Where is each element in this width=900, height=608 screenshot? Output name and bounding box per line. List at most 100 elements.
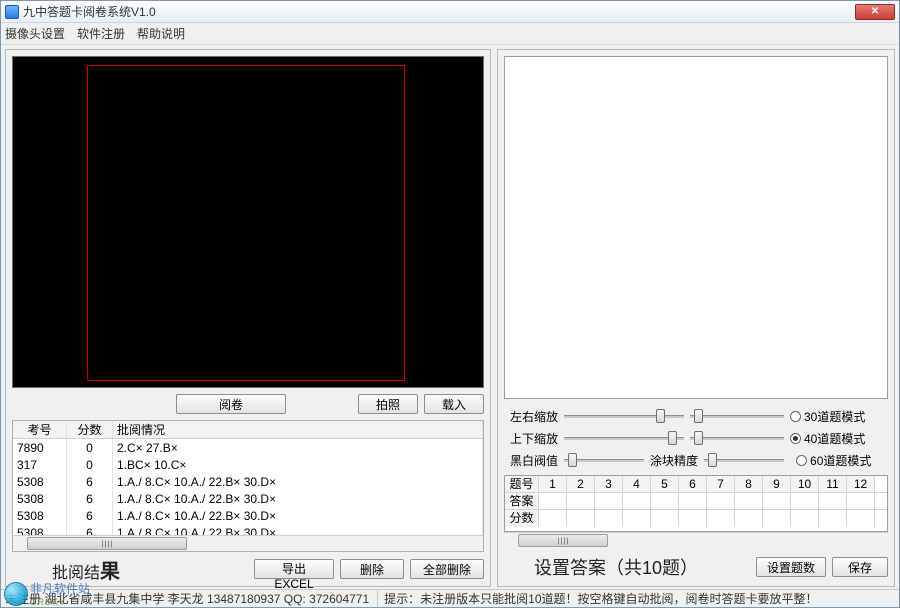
- ans-hdr-ans: 答案: [505, 493, 539, 509]
- ans-col-num: 10: [791, 476, 819, 492]
- answer-scroll-thumb[interactable]: [518, 534, 608, 547]
- ans-cell[interactable]: [847, 493, 875, 509]
- results-body[interactable]: 789002.C× 27.B×31701.BC× 10.C×530861.A./…: [13, 439, 483, 535]
- radio-60[interactable]: [796, 455, 807, 466]
- menu-register[interactable]: 软件注册: [77, 25, 125, 42]
- ans-cell[interactable]: [847, 510, 875, 527]
- close-button[interactable]: ✕: [855, 4, 895, 20]
- slider-fill-precision[interactable]: [704, 451, 784, 469]
- mode-30-option[interactable]: 30道题模式: [790, 408, 882, 425]
- row-lr: 左右缩放 30道题模式: [504, 407, 888, 425]
- status-left: 未注册 湖北省咸丰县九集中学 李天龙 13487180937 QQ: 37260…: [5, 590, 369, 607]
- radio-30[interactable]: [790, 411, 801, 422]
- row-bw: 黑白阀值 涂块精度 60道题模式: [504, 451, 888, 469]
- table-row[interactable]: 530861.A./ 8.C× 10.A./ 22.B× 30.D×: [13, 473, 483, 490]
- ans-cell[interactable]: [567, 493, 595, 509]
- ans-cell[interactable]: [819, 493, 847, 509]
- row-ud: 上下缩放 40道题模式: [504, 429, 888, 447]
- ans-cell[interactable]: [791, 493, 819, 509]
- ans-cell[interactable]: [539, 493, 567, 509]
- left-footer-row: 批阅结果 导出EXCEL 删除 全部删除: [12, 558, 484, 580]
- ans-cell[interactable]: [623, 510, 651, 527]
- ans-cell[interactable]: [567, 510, 595, 527]
- content-area: 阅卷 拍照 载入 考号 分数 批阅情况 789002.C× 27.B×31701…: [1, 45, 899, 589]
- results-table: 考号 分数 批阅情况 789002.C× 27.B×31701.BC× 10.C…: [12, 420, 484, 552]
- ans-cell[interactable]: [651, 493, 679, 509]
- set-question-count-button[interactable]: 设置题数: [756, 557, 826, 577]
- slider-ud-zoom-2[interactable]: [690, 429, 784, 447]
- set-answer-title: 设置答案（共10题）: [504, 554, 698, 580]
- statusbar: 未注册 湖北省咸丰县九集中学 李天龙 13487180937 QQ: 37260…: [1, 589, 899, 607]
- ans-col-num: 3: [595, 476, 623, 492]
- menubar: 摄像头设置 软件注册 帮助说明: [1, 23, 899, 45]
- status-right: 提示：未注册版本只能批阅10道题！按空格键自动批阅，阅卷时答题卡要放平整！: [377, 590, 895, 607]
- results-header: 考号 分数 批阅情况: [13, 421, 483, 439]
- answer-row-ans: 答案: [505, 493, 887, 510]
- slider-lr-zoom[interactable]: [564, 407, 684, 425]
- ans-cell[interactable]: [623, 493, 651, 509]
- results-hscrollbar[interactable]: [13, 535, 483, 551]
- ans-cell[interactable]: [707, 493, 735, 509]
- ans-hdr-num: 题号: [505, 476, 539, 492]
- load-button[interactable]: 载入: [424, 394, 484, 414]
- ans-col-num: 5: [651, 476, 679, 492]
- ans-cell[interactable]: [595, 493, 623, 509]
- right-panel: 左右缩放 30道题模式 上下缩放: [497, 49, 895, 587]
- ans-cell[interactable]: [707, 510, 735, 527]
- ans-cell[interactable]: [735, 510, 763, 527]
- table-row[interactable]: 530861.A./ 8.C× 10.A./ 22.B× 30.D×: [13, 490, 483, 507]
- titlebar[interactable]: 九中答题卡阅卷系统V1.0 ✕: [1, 1, 899, 23]
- menu-camera-settings[interactable]: 摄像头设置: [5, 25, 65, 42]
- table-row[interactable]: 789002.C× 27.B×: [13, 439, 483, 456]
- menu-help[interactable]: 帮助说明: [137, 25, 185, 42]
- col-id[interactable]: 考号: [13, 421, 67, 438]
- ans-cell[interactable]: [763, 493, 791, 509]
- sliders-group: 左右缩放 30道题模式 上下缩放: [504, 407, 888, 469]
- set-answer-row: 设置答案（共10题） 设置题数 保存: [504, 554, 888, 580]
- ans-cell[interactable]: [763, 510, 791, 527]
- answer-row-num: 题号 123456789101112: [505, 476, 887, 493]
- ans-cell[interactable]: [595, 510, 623, 527]
- mode-40-option[interactable]: 40道题模式: [790, 430, 882, 447]
- mode-60-option[interactable]: 60道题模式: [796, 452, 888, 469]
- slider-ud-zoom[interactable]: [564, 429, 684, 447]
- ans-cell[interactable]: [679, 493, 707, 509]
- delete-button[interactable]: 删除: [340, 559, 404, 579]
- ans-col-num: 4: [623, 476, 651, 492]
- ans-col-num: 2: [567, 476, 595, 492]
- table-row[interactable]: 530861.A./ 8.C× 10.A./ 22.B× 30.D×: [13, 524, 483, 535]
- review-button[interactable]: 阅卷: [176, 394, 286, 414]
- processed-preview: [504, 56, 888, 399]
- col-detail[interactable]: 批阅情况: [113, 421, 483, 438]
- camera-preview: [12, 56, 484, 388]
- table-row[interactable]: 530861.A./ 8.C× 10.A./ 22.B× 30.D×: [13, 507, 483, 524]
- export-excel-button[interactable]: 导出EXCEL: [254, 559, 334, 579]
- delete-all-button[interactable]: 全部删除: [410, 559, 484, 579]
- save-button[interactable]: 保存: [832, 557, 888, 577]
- roi-rectangle[interactable]: [87, 65, 405, 381]
- ans-cell[interactable]: [819, 510, 847, 527]
- photo-button[interactable]: 拍照: [358, 394, 418, 414]
- ans-cell[interactable]: [791, 510, 819, 527]
- slider-bw-threshold[interactable]: [564, 451, 644, 469]
- ans-cell[interactable]: [651, 510, 679, 527]
- table-row[interactable]: 31701.BC× 10.C×: [13, 456, 483, 473]
- answer-table: 题号 123456789101112 答案 分数: [504, 475, 888, 532]
- answer-row-score: 分数: [505, 510, 887, 527]
- window-title: 九中答题卡阅卷系统V1.0: [23, 3, 855, 20]
- label-lr-zoom: 左右缩放: [504, 408, 558, 425]
- col-score[interactable]: 分数: [67, 421, 113, 438]
- ans-col-num: 6: [679, 476, 707, 492]
- radio-40[interactable]: [790, 433, 801, 444]
- ans-col-num: 12: [847, 476, 875, 492]
- slider-lr-zoom-2[interactable]: [690, 407, 784, 425]
- app-icon: [5, 5, 19, 19]
- answer-hscrollbar[interactable]: [504, 532, 888, 548]
- app-window: 九中答题卡阅卷系统V1.0 ✕ 摄像头设置 软件注册 帮助说明 阅卷 拍照 载入…: [0, 0, 900, 608]
- ans-cell[interactable]: [679, 510, 707, 527]
- camera-button-row: 阅卷 拍照 载入: [12, 394, 484, 414]
- scrollbar-thumb[interactable]: [27, 537, 187, 550]
- ans-cell[interactable]: [735, 493, 763, 509]
- ans-col-num: 7: [707, 476, 735, 492]
- ans-cell[interactable]: [539, 510, 567, 527]
